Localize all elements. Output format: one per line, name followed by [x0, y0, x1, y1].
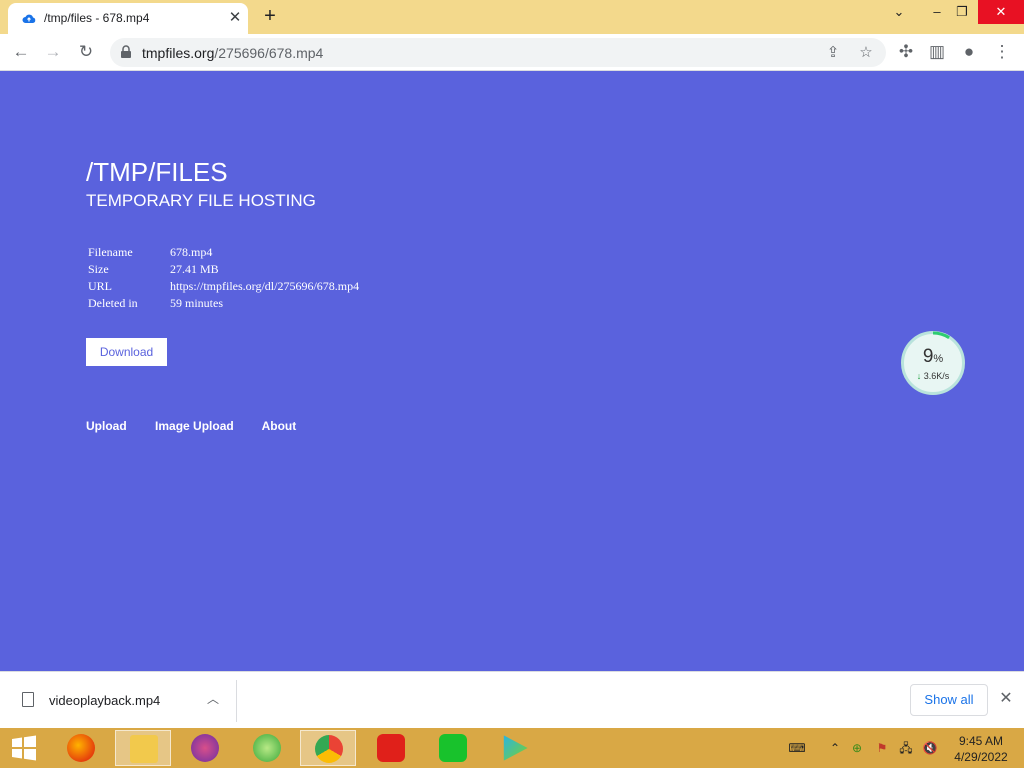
info-label: Deleted in — [88, 296, 138, 310]
lock-icon — [121, 45, 131, 58]
clock-time: 9:45 AM — [958, 734, 1004, 748]
tray-expand-icon[interactable]: ⌃ — [826, 739, 844, 757]
info-row-url: URL https://tmpfiles.org/dl/275696/678.mp… — [88, 279, 359, 296]
forward-icon[interactable]: → — [42, 41, 64, 63]
down-arrow-icon: ↓ — [916, 371, 922, 381]
speed-percent-unit: % — [933, 353, 944, 365]
network-icon[interactable]: 🖧 — [897, 739, 915, 757]
download-speed-widget[interactable]: 9% ↓ 3.6K/s — [901, 331, 965, 395]
taskbar: ⌨ ⌃ ⊕ ⚑ 🖧 🔇 9:45 AM 4/29/2022 — [0, 728, 1024, 768]
url-path: /275696/678.mp4 — [214, 45, 324, 61]
menu-kebab-icon[interactable]: ⋮ — [991, 41, 1013, 63]
play-icon — [503, 735, 528, 761]
download-button[interactable]: Download — [86, 338, 167, 366]
show-all-button[interactable]: Show all — [910, 684, 988, 716]
taskbar-firefox[interactable] — [53, 730, 109, 766]
url-text: tmpfiles.org/275696/678.mp4 — [142, 45, 323, 61]
cloud-upload-icon — [22, 14, 36, 23]
site-subtitle: TEMPORARY FILE HOSTING — [86, 191, 316, 210]
image-upload-link[interactable]: Image Upload — [155, 419, 234, 433]
taskbar-file-explorer[interactable] — [115, 730, 171, 766]
info-value-url[interactable]: https://tmpfiles.org/dl/275696/678.mp4 — [170, 279, 359, 293]
upload-link[interactable]: Upload — [86, 419, 127, 433]
bookmark-star-icon[interactable]: ☆ — [855, 42, 877, 64]
taskbar-app-swirl[interactable] — [177, 730, 233, 766]
file-info-table: Filename 678.mp4 Size 27.41 MB URL https://… — [88, 245, 359, 313]
shelf-divider — [236, 680, 237, 722]
iqiyi-icon — [439, 734, 467, 762]
back-icon[interactable]: ← — [10, 41, 32, 63]
restore-icon[interactable]: ❐ — [950, 0, 974, 24]
volume-muted-icon[interactable]: 🔇 — [921, 739, 939, 757]
speed-percent: 9% — [904, 346, 962, 368]
new-tab-icon[interactable]: + — [260, 6, 280, 26]
folder-icon — [130, 735, 158, 763]
extensions-puzzle-icon[interactable]: ✣ — [895, 41, 917, 63]
site-title: /TMP/FILES — [86, 157, 228, 187]
action-center-flag-icon[interactable]: ⚑ — [873, 739, 891, 757]
info-row-size: Size 27.41 MB — [88, 262, 359, 279]
swirl-app-icon — [191, 734, 219, 762]
clock-date: 4/29/2022 — [954, 750, 1008, 764]
download-item-name[interactable]: videoplayback.mp4 — [49, 693, 160, 708]
green-refresh-app-icon — [253, 734, 281, 762]
reload-icon[interactable]: ↻ — [75, 41, 97, 63]
browser-toolbar: ← → ↻ tmpfiles.org/275696/678.mp4 ⇪ ☆ ✣ … — [0, 34, 1024, 71]
speed-percent-value: 9 — [922, 346, 934, 367]
info-label: Filename — [88, 245, 133, 259]
info-label: Size — [88, 262, 109, 276]
taskbar-chrome[interactable] — [300, 730, 356, 766]
profile-avatar-icon[interactable]: ● — [958, 41, 980, 63]
footer-nav: Upload Image Upload About — [86, 419, 321, 433]
tab-active[interactable]: /tmp/files - 678.mp4 ✕ — [8, 3, 248, 34]
taskbar-iqiyi[interactable] — [425, 730, 481, 766]
page-content: /TMP/FILES TEMPORARY FILE HOSTING Filena… — [0, 71, 1024, 671]
share-icon[interactable]: ⇪ — [822, 42, 844, 64]
taskbar-app-green[interactable] — [239, 730, 295, 766]
info-value: 59 minutes — [170, 296, 223, 310]
url-host: tmpfiles.org — [142, 45, 215, 61]
taskbar-clock[interactable]: 9:45 AM 4/29/2022 — [948, 733, 1014, 765]
address-bar[interactable]: tmpfiles.org/275696/678.mp4 ⇪ ☆ — [110, 38, 886, 67]
speed-rate-value: 3.6K/s — [923, 371, 950, 381]
about-link[interactable]: About — [262, 419, 297, 433]
tab-title: /tmp/files - 678.mp4 — [44, 11, 150, 25]
info-value: 678.mp4 — [170, 245, 213, 259]
window-close-icon[interactable]: ✕ — [978, 0, 1024, 24]
firefox-icon — [67, 734, 95, 762]
netease-music-icon — [377, 734, 405, 762]
info-row-deleted-in: Deleted in 59 minutes — [88, 296, 359, 313]
windows-start-icon[interactable] — [8, 734, 40, 762]
tab-close-icon[interactable]: ✕ — [226, 9, 244, 27]
download-shelf: videoplayback.mp4 ︿ Show all ✕ — [0, 671, 1024, 728]
keyboard-icon[interactable]: ⌨ — [782, 739, 812, 757]
info-label: URL — [88, 279, 112, 293]
tab-search-chevron-icon[interactable]: ⌄ — [888, 0, 910, 24]
speed-rate: ↓ 3.6K/s — [904, 371, 962, 381]
chevron-up-icon[interactable]: ︿ — [204, 690, 222, 708]
tray-app-plus-icon[interactable]: ⊕ — [848, 739, 866, 757]
chrome-icon — [315, 735, 343, 763]
taskbar-netease-music[interactable] — [363, 730, 419, 766]
info-row-filename: Filename 678.mp4 — [88, 245, 359, 262]
minimize-icon[interactable]: – — [924, 0, 950, 24]
tab-strip: /tmp/files - 678.mp4 ✕ + ⌄ – ❐ ✕ — [0, 0, 1024, 34]
taskbar-video-player[interactable] — [487, 730, 543, 766]
info-value: 27.41 MB — [170, 262, 219, 276]
side-panel-icon[interactable]: ▥ — [926, 41, 948, 63]
shelf-close-icon[interactable]: ✕ — [996, 689, 1016, 709]
file-icon — [22, 692, 34, 707]
